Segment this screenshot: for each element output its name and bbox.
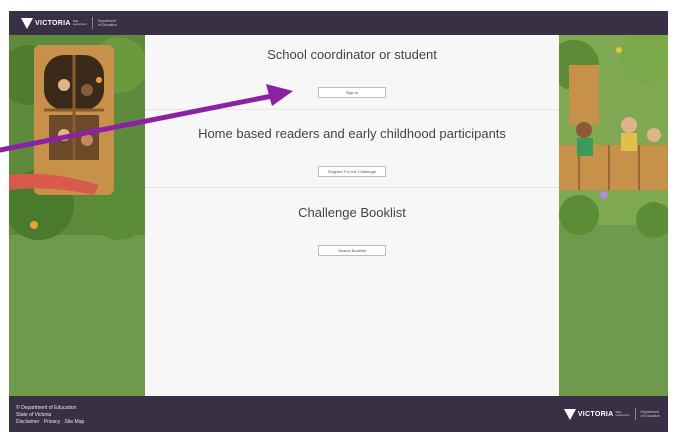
page: VICTORIA State Government Department of … (0, 0, 677, 432)
footer-copyright: © Department of Education (16, 405, 77, 411)
logo-word: VICTORIA (35, 19, 71, 27)
victoria-logo[interactable]: VICTORIA State Government Department of … (21, 14, 117, 32)
treehouse-illustration (9, 35, 145, 396)
section-title: School coordinator or student (267, 47, 437, 62)
department-label: Department of Education (98, 19, 117, 27)
footer-link-sitemap[interactable]: Site Map (65, 419, 85, 425)
left-illustration (9, 35, 145, 396)
footer-logo-divider (634, 408, 636, 420)
register-button[interactable]: Register For the Challenge (318, 166, 386, 177)
footer-state: State of Victoria (16, 412, 52, 418)
garden-illustration (559, 35, 668, 396)
section-divider (145, 187, 559, 188)
dept-line2: of Education (97, 23, 118, 27)
footer-victoria-logo[interactable]: VICTORIA State Government Department of … (563, 408, 660, 420)
victoria-triangle-icon (563, 408, 576, 420)
section-home-readers: Home based readers and early childhood p… (145, 126, 559, 141)
footer-logo-word: VICTORIA (577, 410, 614, 418)
footer-text: © Department of Education State of Victo… (16, 405, 87, 426)
right-illustration (559, 35, 668, 396)
footer-link-disclaimer[interactable]: Disclaimer (16, 419, 39, 425)
logo-subtitle: State Government (72, 20, 87, 26)
header-bar: VICTORIA State Government Department of … (9, 11, 668, 35)
logo-divider (91, 17, 93, 29)
victoria-triangle-icon (21, 17, 33, 29)
search-booklist-button[interactable]: Search Booklist (318, 245, 386, 256)
section-coordinator: School coordinator or student (145, 47, 559, 62)
sign-in-button[interactable]: Sign in (318, 87, 386, 98)
section-title: Home based readers and early childhood p… (198, 126, 506, 141)
footer-bar: © Department of Education State of Victo… (9, 396, 668, 432)
content-panel: School coordinator or student Sign in Ho… (145, 35, 559, 396)
footer-logo-subtitle: State Government (615, 411, 630, 417)
section-title: Challenge Booklist (298, 205, 406, 220)
footer-links: Disclaimer Privacy Site Map (16, 419, 87, 426)
section-divider (145, 109, 559, 110)
section-booklist: Challenge Booklist (145, 205, 559, 220)
footer-department-label: Department of Education (641, 410, 660, 418)
footer-link-privacy[interactable]: Privacy (44, 419, 60, 425)
footer-dept-line2: of Education (640, 414, 660, 418)
